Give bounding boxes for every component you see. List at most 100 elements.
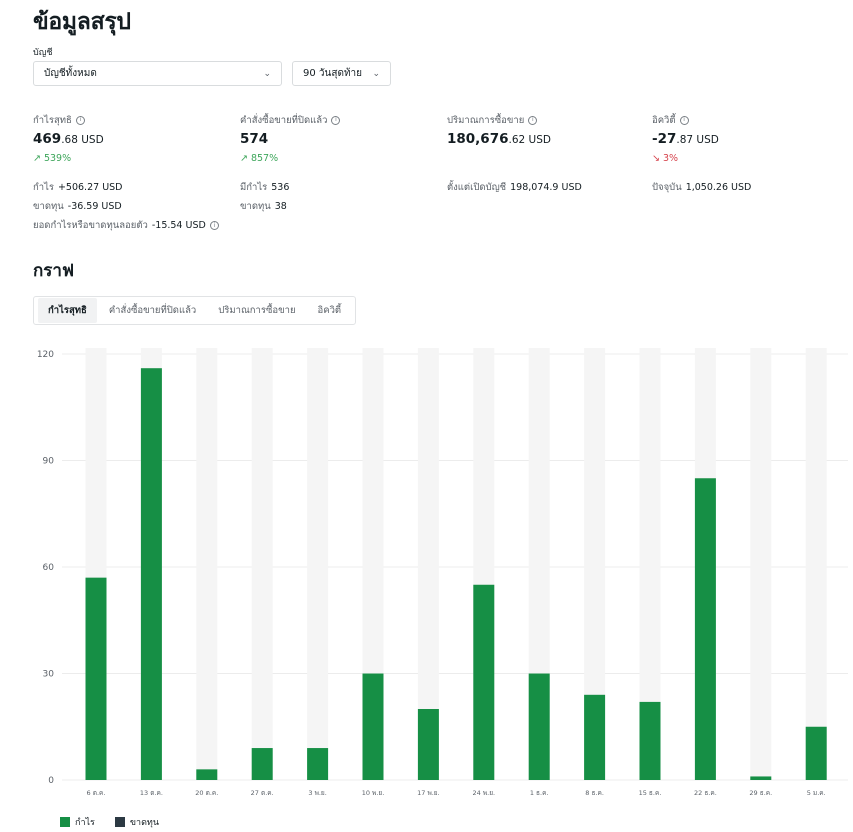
legend-label-loss: ขาดทุน [129, 818, 160, 828]
detail-value: 198,074.9 USD [510, 182, 582, 193]
detail-key: ตั้งแต่เปิดบัญชี [447, 182, 507, 193]
legend-label-profit: กำไร [75, 818, 95, 828]
metric-currency: USD [525, 134, 551, 146]
tab-net-profit[interactable]: กำไรสุทธิ [38, 298, 97, 323]
bar-profit [639, 701, 661, 780]
chevron-down-icon: ⌄ [263, 68, 271, 79]
bar-profit [417, 709, 439, 780]
tab-trading-volume[interactable]: ปริมาณการซื้อขาย [208, 298, 305, 323]
detail-profit: กำไร +506.27 USD [33, 180, 123, 195]
chart-legend: กำไร ขาดทุน [60, 815, 159, 829]
metric-change: 857% [250, 153, 279, 164]
detail-key: ยอดกำไรหรือขาดทุนลอยตัว [33, 220, 148, 231]
bar-profit [750, 776, 772, 780]
metric-net-profit: กำไรสุทธิ i 469.68 USD ↗ 539% [33, 114, 233, 165]
metric-value-decimals: .62 [508, 134, 526, 146]
arrow-up-right-icon: ↗ [240, 153, 248, 164]
x-tick-label: 17 พ.ย. [417, 789, 440, 797]
metric-trading-volume: ปริมาณการซื้อขาย i 180,676.62 USD [447, 114, 647, 148]
graph-section-title: กราฟ [33, 261, 75, 281]
info-icon[interactable]: i [331, 115, 341, 125]
bar-profit [584, 694, 606, 780]
metric-value-main: -27 [652, 131, 677, 147]
legend-swatch-profit [60, 817, 70, 827]
metric-value-main: 180,676 [447, 131, 509, 147]
x-tick-label: 24 พ.ย. [473, 789, 496, 797]
y-tick-label: 90 [43, 457, 55, 467]
detail-key: มีกำไร [240, 182, 268, 193]
account-select-value: บัญชีทั้งหมด [44, 68, 97, 79]
detail-value: -15.54 USD [151, 220, 206, 231]
bar-profit [473, 584, 495, 780]
metric-currency: USD [77, 134, 104, 146]
x-tick-label: 13 ต.ค. [140, 789, 163, 797]
graph-tabs: กำไรสุทธิ คำสั่งซื้อขายที่ปิดแล้ว ปริมาณ… [33, 296, 357, 325]
arrow-down-right-icon: ↘ [652, 153, 660, 164]
detail-key: ขาดทุน [33, 201, 64, 212]
metric-label: คำสั่งซื้อขายที่ปิดแล้ว [240, 114, 328, 126]
chevron-down-icon: ⌄ [372, 68, 380, 79]
metric-change: 3% [662, 153, 679, 164]
metric-change: 539% [43, 153, 72, 164]
bar-profit [528, 673, 550, 780]
x-tick-label: 27 ต.ค. [251, 789, 274, 797]
detail-profitable-orders: มีกำไร 536 [240, 180, 289, 195]
metric-value-decimals: .87 [676, 134, 694, 146]
page-title: ข้อมูลสรุป [33, 9, 131, 35]
x-tick-label: 5 ม.ค. [807, 789, 826, 797]
y-tick-label: 0 [48, 776, 54, 786]
detail-value: 38 [274, 201, 287, 212]
metric-currency: USD [693, 134, 719, 146]
bar-background [805, 348, 827, 780]
x-tick-label: 3 พ.ย. [308, 789, 326, 797]
bar-profit [251, 748, 273, 780]
legend-item-loss[interactable]: ขาดทุน [114, 815, 160, 829]
x-tick-label: 1 ธ.ค. [530, 789, 549, 797]
legend-item-profit[interactable]: กำไร [60, 815, 95, 829]
metric-value-main: 469 [33, 131, 62, 147]
x-tick-label: 20 ต.ค. [195, 789, 218, 797]
detail-since-open: ตั้งแต่เปิดบัญชี 198,074.9 USD [447, 180, 582, 195]
y-tick-label: 120 [37, 350, 54, 360]
tab-closed-orders[interactable]: คำสั่งซื้อขายที่ปิดแล้ว [99, 298, 206, 323]
arrow-up-right-icon: ↗ [33, 153, 41, 164]
bar-profit [694, 478, 716, 780]
metric-label: อิควิตี้ [652, 114, 676, 126]
detail-value: +506.27 USD [57, 182, 123, 193]
x-tick-label: 10 พ.ย. [362, 789, 385, 797]
bar-background [307, 348, 329, 780]
detail-current: ปัจจุบัน 1,050.26 USD [652, 180, 751, 195]
x-tick-label: 15 ธ.ค. [639, 789, 662, 797]
account-select[interactable]: บัญชีทั้งหมด ⌄ [33, 61, 282, 86]
info-icon[interactable]: i [528, 115, 538, 125]
metric-value-main: 574 [240, 131, 269, 147]
x-tick-label: 8 ธ.ค. [585, 789, 604, 797]
period-select-value: 90 วันสุดท้าย [303, 68, 363, 79]
detail-key: ขาดทุน [240, 201, 271, 212]
period-select[interactable]: 90 วันสุดท้าย ⌄ [292, 61, 391, 86]
detail-losing-orders: ขาดทุน 38 [240, 199, 287, 214]
y-tick-label: 60 [43, 563, 55, 573]
bar-background [251, 348, 273, 780]
x-tick-label: 22 ธ.ค. [694, 789, 717, 797]
info-icon[interactable]: i [679, 115, 689, 125]
bar-profit [196, 769, 218, 780]
detail-floating: ยอดกำไรหรือขาดทุนลอยตัว -15.54 USD i [33, 218, 219, 233]
x-tick-label: 6 ต.ค. [87, 789, 106, 797]
bar-profit [140, 368, 162, 780]
metric-equity: อิควิตี้ i -27.87 USD ↘ 3% [652, 114, 852, 165]
metric-value-decimals: .68 [61, 134, 78, 146]
y-tick-label: 30 [43, 670, 55, 680]
net-profit-bar-chart: 0 30 60 90 120 6 ต.ค. 13 ต.ค. 20 ต.ค. 27 ต.ค. 3 พ… [37, 348, 848, 797]
detail-loss: ขาดทุน -36.59 USD [33, 199, 122, 214]
info-icon[interactable]: i [209, 221, 219, 230]
metric-closed-orders: คำสั่งซื้อขายที่ปิดแล้ว i 574 ↗ 857% [240, 114, 440, 164]
tab-equity[interactable]: อิควิตี้ [308, 298, 352, 323]
detail-value: 1,050.26 USD [685, 182, 752, 193]
info-icon[interactable]: i [75, 115, 85, 125]
detail-value: 536 [271, 182, 290, 193]
bar-profit [362, 673, 384, 780]
account-filter-label: บัญชี [33, 48, 53, 58]
legend-swatch-loss [114, 817, 125, 827]
x-tick-label: 29 ธ.ค. [749, 789, 772, 797]
